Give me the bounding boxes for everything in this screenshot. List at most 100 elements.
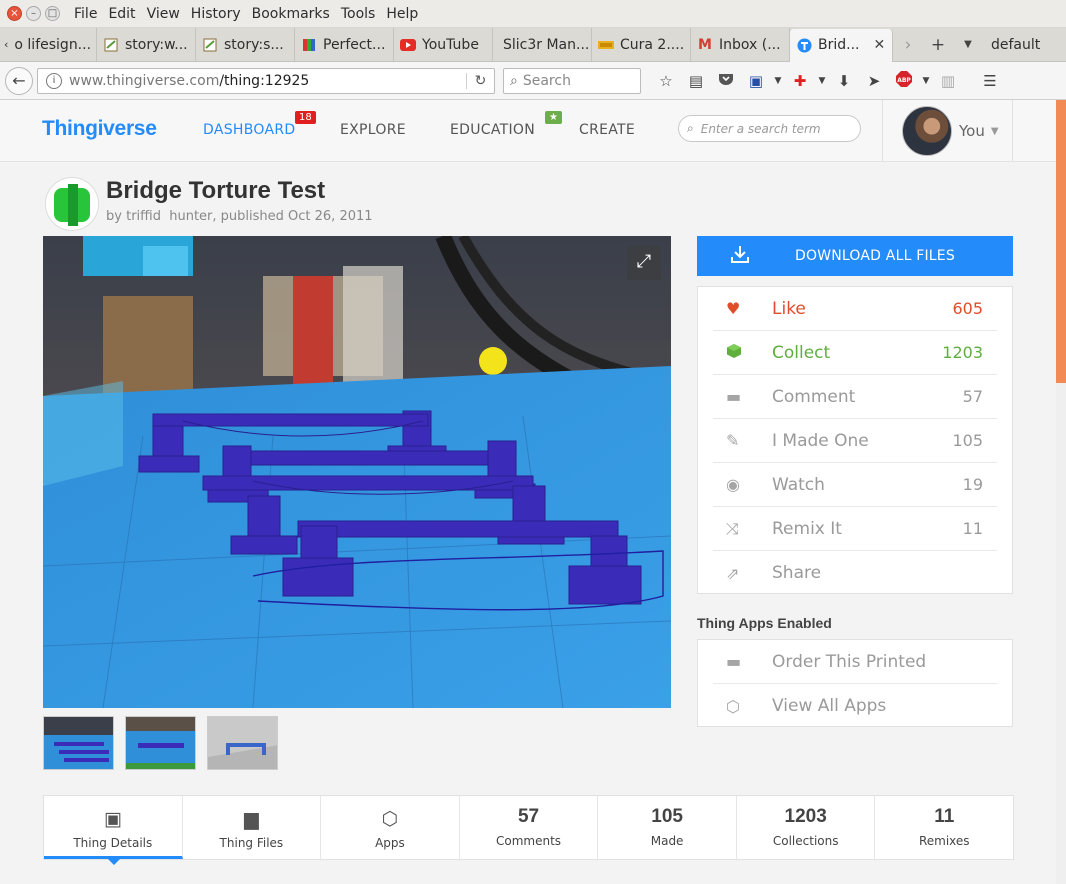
url-host: www.thingiverse.com — [69, 72, 220, 89]
close-window-button[interactable]: × — [7, 6, 22, 21]
tab-apps[interactable]: ⬡ Apps — [321, 796, 460, 859]
heart-icon: ♥ — [726, 299, 741, 318]
author-link-hunter[interactable]: hunter — [169, 209, 212, 224]
thumbnail-3[interactable] — [207, 716, 278, 770]
menu-bookmarks[interactable]: Bookmarks — [252, 6, 330, 22]
tab-thing-details[interactable]: ▣ Thing Details — [44, 796, 183, 865]
menu-help[interactable]: Help — [386, 6, 418, 22]
site-header: Thingiverse DASHBOARD 18 EXPLORE EDUCATI… — [0, 100, 1056, 162]
bookmark-star-icon[interactable]: ☆ — [651, 72, 681, 90]
site-search-input[interactable]: ⌕ Enter a search term — [678, 115, 861, 142]
addon-gray-icon[interactable]: ▥ — [933, 72, 963, 90]
watch-label: Watch — [772, 474, 825, 495]
menu-history[interactable]: History — [191, 6, 241, 22]
tab-bridge-active[interactable]: Brid... ✕ — [790, 28, 893, 62]
edit-icon: ✎ — [726, 431, 740, 450]
tab-list-icon[interactable]: ▼ — [953, 39, 983, 50]
scrollbar-thumb[interactable] — [1056, 100, 1066, 383]
nav-education[interactable]: EDUCATION — [450, 122, 535, 138]
browser-search-input[interactable]: ⌕ Search — [503, 67, 641, 94]
tab-collections[interactable]: 1203 Collections — [737, 796, 876, 859]
remix-count: 11 — [962, 519, 983, 538]
url-bar[interactable]: i www.thingiverse.com/thing:12925 ↻ — [37, 67, 495, 94]
tab-youtube[interactable]: YouTube — [394, 27, 493, 62]
new-tab-button[interactable]: + — [923, 35, 953, 55]
addon-red-cross-icon[interactable]: ✚ — [785, 72, 815, 90]
download-icon[interactable]: ⬇ — [829, 72, 859, 90]
adblock-icon[interactable]: ABP — [889, 70, 919, 92]
thumbnail-1[interactable] — [43, 716, 114, 770]
close-tab-icon[interactable]: ✕ — [874, 37, 886, 53]
download-all-files-button[interactable]: DOWNLOAD ALL FILES — [697, 236, 1013, 276]
back-button[interactable]: ← — [5, 66, 33, 95]
share-icon: ⇗ — [726, 563, 740, 583]
eye-icon: ◉ — [726, 475, 740, 494]
tab-comments[interactable]: 57 Comments — [460, 796, 599, 859]
send-icon[interactable]: ➤ — [859, 72, 889, 90]
watch-button[interactable]: ◉ Watch 19 — [713, 463, 997, 507]
dashboard-notification-badge: 18 — [295, 111, 316, 124]
share-button[interactable]: ⇗ Share — [713, 551, 997, 595]
comment-icon: ▬ — [726, 387, 742, 406]
remix-button[interactable]: ⤨ Remix It 11 — [713, 507, 997, 551]
tab-inbox[interactable]: M Inbox (... — [691, 27, 790, 62]
menu-file[interactable]: File — [74, 6, 97, 22]
svg-text:ABP: ABP — [897, 77, 911, 84]
menu-tools[interactable]: Tools — [341, 6, 376, 22]
tab-perfect[interactable]: Perfect... — [295, 27, 394, 62]
adblock-menu-icon[interactable]: ▼ — [919, 76, 933, 86]
thing-main-image[interactable]: ⤢ — [43, 236, 671, 708]
tab-label: Slic3r Man... — [503, 36, 590, 53]
minimize-window-button[interactable]: – — [26, 6, 41, 21]
navigation-bar: ← i www.thingiverse.com/thing:12925 ↻ ⌕ … — [0, 62, 1066, 100]
user-menu[interactable]: You ▼ — [882, 100, 1013, 162]
thingiverse-logo[interactable]: Thingiverse — [42, 117, 157, 141]
comment-count: 57 — [962, 387, 983, 406]
page-scrollbar[interactable] — [1056, 100, 1066, 884]
like-count: 605 — [952, 299, 983, 318]
thumbnail-2[interactable] — [125, 716, 196, 770]
pocket-icon[interactable] — [711, 72, 741, 90]
menu-edit[interactable]: Edit — [108, 6, 135, 22]
collect-button[interactable]: Collect 1203 — [713, 331, 997, 375]
user-menu-label: You — [959, 122, 985, 140]
tab-made[interactable]: 105 Made — [598, 796, 737, 859]
cura-icon — [598, 37, 614, 53]
made-count: 105 — [952, 431, 983, 450]
tab-story-s[interactable]: story:s... — [196, 27, 295, 62]
expand-image-icon[interactable]: ⤢ — [627, 246, 661, 280]
tab-slic3r[interactable]: Slic3r Man... — [493, 27, 592, 62]
addon-menu-icon[interactable]: ▼ — [815, 76, 829, 86]
comment-button[interactable]: ▬ Comment 57 — [713, 375, 997, 419]
story-icon — [202, 37, 218, 53]
avatar — [902, 106, 952, 156]
tab-story-w[interactable]: story:w... — [97, 27, 196, 62]
tab-thing-files[interactable]: ▆ Thing Files — [183, 796, 322, 859]
tab-remixes[interactable]: 11 Remixes — [875, 796, 1013, 859]
nav-create[interactable]: CREATE — [579, 122, 635, 138]
hamburger-menu-icon[interactable]: ☰ — [975, 72, 1005, 90]
reading-list-icon[interactable]: ▤ — [681, 72, 711, 90]
like-button[interactable]: ♥ Like 605 — [713, 287, 997, 331]
perfect-icon — [301, 37, 317, 53]
tab-label: Perfect... — [323, 36, 386, 53]
tab-cura[interactable]: Cura 2.... — [592, 27, 691, 62]
i-made-one-button[interactable]: ✎ I Made One 105 — [713, 419, 997, 463]
save-icon[interactable]: ▣ — [741, 72, 771, 90]
tab-lifesign[interactable]: ‹ o lifesign... — [0, 27, 97, 62]
save-menu-icon[interactable]: ▼ — [771, 76, 785, 86]
author-link-triffid[interactable]: triffid — [126, 209, 161, 224]
info-icon[interactable]: i — [46, 72, 62, 89]
nav-explore[interactable]: EXPLORE — [340, 122, 406, 138]
view-all-apps-button[interactable]: ⬡ View All Apps — [713, 684, 997, 728]
thing-creator-avatar[interactable] — [45, 177, 99, 231]
shuffle-icon: ⤨ — [726, 518, 739, 538]
nav-dashboard[interactable]: DASHBOARD — [203, 122, 295, 138]
maximize-window-button[interactable]: □ — [45, 6, 60, 21]
tab-scroll-right-icon[interactable]: › — [893, 35, 923, 55]
order-this-printed-button[interactable]: ▬ Order This Printed — [713, 640, 997, 684]
reload-icon[interactable]: ↻ — [466, 72, 494, 89]
publish-date: , published Oct 26, 2011 — [212, 209, 373, 224]
gmail-icon: M — [698, 36, 712, 53]
menu-view[interactable]: View — [147, 6, 180, 22]
